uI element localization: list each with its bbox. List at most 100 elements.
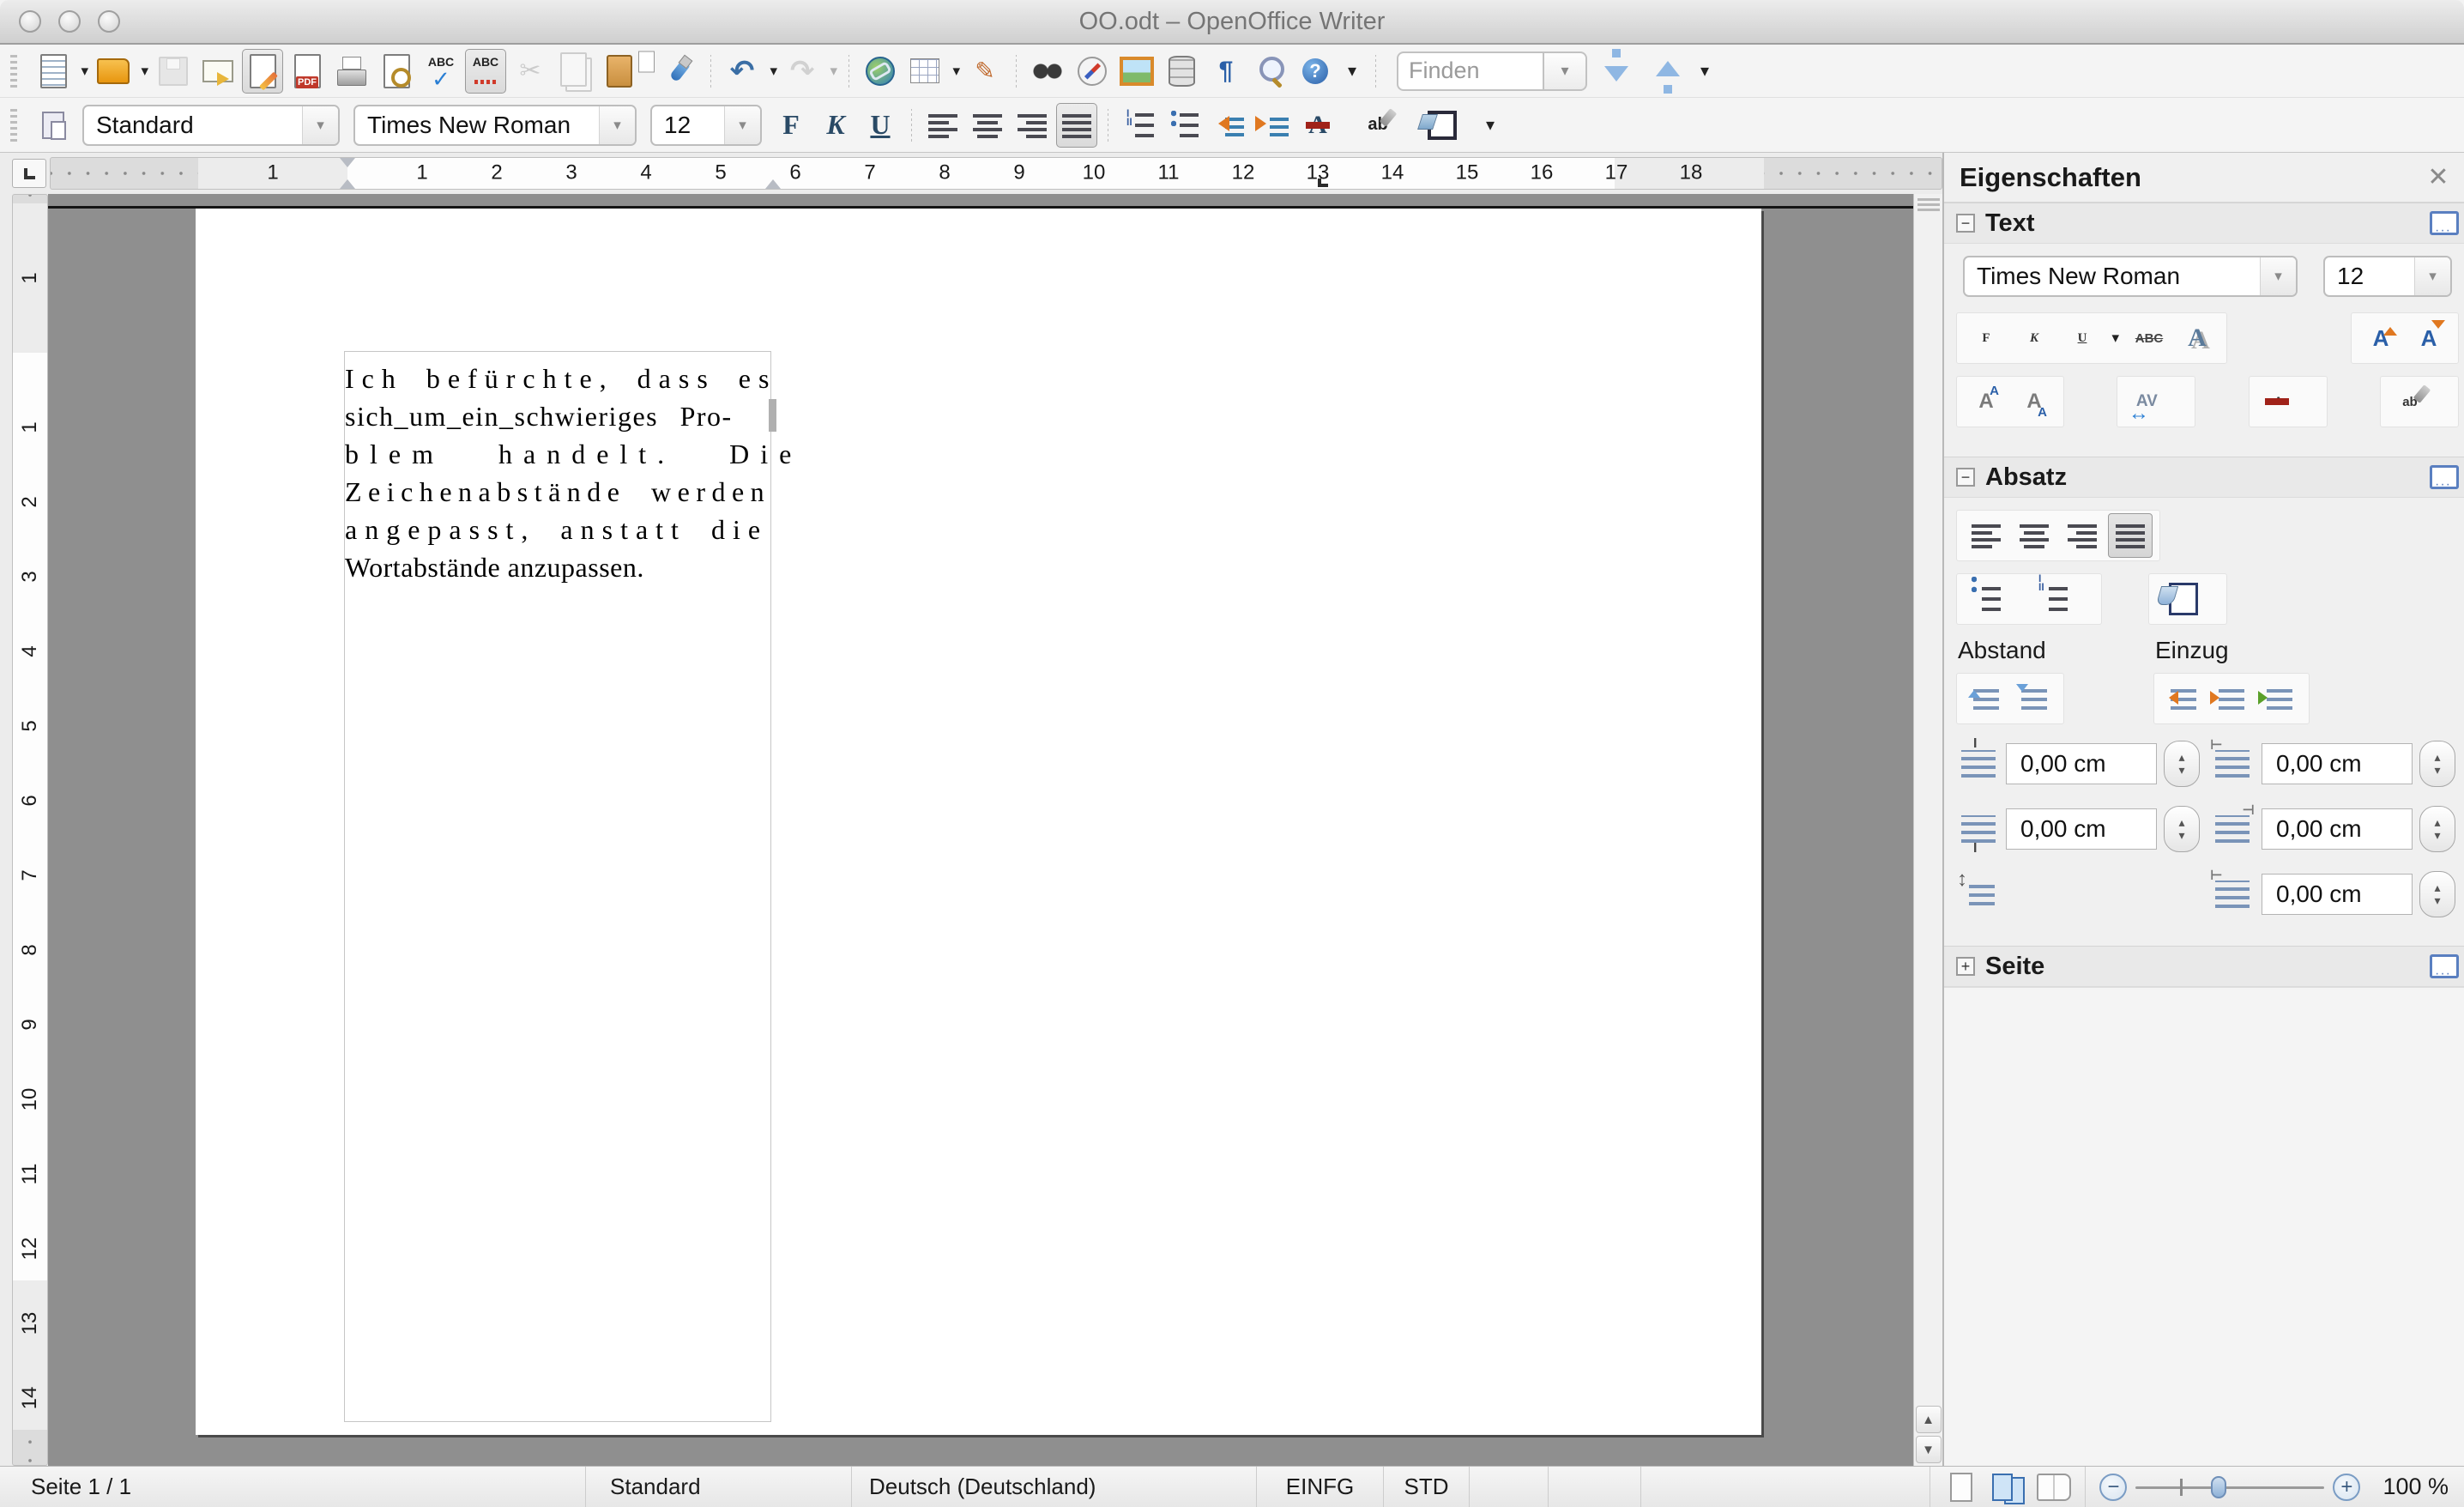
above-spacing-stepper[interactable]: ▴ ▾ <box>2164 741 2200 787</box>
paste-icon[interactable] <box>599 49 640 94</box>
toolbar-overflow-icon[interactable]: ▾ <box>1692 49 1718 94</box>
highlighting-icon[interactable]: ab <box>1357 103 1398 148</box>
toolbar-grip[interactable] <box>10 54 17 88</box>
redo-icon[interactable]: ↷ <box>782 49 823 94</box>
expand-icon[interactable]: + <box>1956 957 1975 976</box>
auto-spellcheck-icon[interactable]: ABC <box>465 48 506 94</box>
paragraph-style-combobox[interactable]: Standard ▾ <box>82 104 340 146</box>
underline-icon[interactable]: U <box>860 103 901 148</box>
status-insert-mode[interactable]: EINFG <box>1257 1467 1384 1507</box>
toolbar-overflow-icon[interactable]: ▾ <box>1339 49 1365 94</box>
paragraph-text[interactable]: Ich befürchte, dass es sich_um_ein_schwi… <box>345 360 791 586</box>
status-modified-flag[interactable] <box>1470 1467 1549 1507</box>
align-right-icon[interactable] <box>1012 103 1053 148</box>
font-size-combobox[interactable]: 12 ▾ <box>650 104 762 146</box>
export-pdf-icon[interactable] <box>287 49 328 94</box>
highlighting-icon[interactable]: ab <box>2388 379 2432 424</box>
navigator-icon[interactable] <box>1072 49 1113 94</box>
font-name-combobox[interactable]: Times New Roman ▾ <box>1963 256 2298 297</box>
text-shadow-icon[interactable]: A <box>2175 316 2219 360</box>
tab-type-selector[interactable] <box>12 159 46 188</box>
email-icon[interactable] <box>197 49 239 94</box>
vertical-ruler[interactable]: 1 1 2 3 4 5 6 7 8 9 10 11 12 13 14 <box>12 194 48 1466</box>
toolbar-grip[interactable] <box>10 108 17 142</box>
page-preview-icon[interactable] <box>376 49 417 94</box>
zoom-in-icon[interactable]: + <box>2333 1473 2361 1501</box>
scroll-down-icon[interactable]: ▼ <box>1915 1436 1942 1463</box>
increase-font-size-icon[interactable] <box>2358 316 2403 360</box>
right-indent-marker[interactable] <box>765 172 781 189</box>
character-spacing-icon[interactable]: AV <box>2124 379 2169 424</box>
zoom-out-icon[interactable]: − <box>2099 1473 2128 1501</box>
find-dropdown-icon[interactable]: ▾ <box>1543 51 1587 91</box>
align-justify-icon[interactable] <box>2108 513 2153 558</box>
status-page-style[interactable]: Standard <box>586 1467 852 1507</box>
font-name-combobox[interactable]: Times New Roman ▾ <box>353 104 637 146</box>
bold-icon[interactable]: F <box>770 103 812 148</box>
find-input[interactable] <box>1397 51 1543 91</box>
tab-stop-marker[interactable] <box>1318 179 1328 187</box>
collapse-icon[interactable]: − <box>1956 214 1975 233</box>
single-page-view-icon[interactable] <box>1944 1472 1978 1503</box>
align-right-icon[interactable] <box>2060 513 2105 558</box>
text-section-header[interactable]: − Text <box>1944 203 2464 244</box>
save-icon[interactable] <box>153 49 194 94</box>
increase-indent-icon[interactable] <box>1253 103 1294 148</box>
before-indent-stepper[interactable]: ▴ ▾ <box>2419 741 2455 787</box>
subscript-icon[interactable] <box>2012 379 2056 424</box>
zoom-slider[interactable] <box>2135 1472 2325 1503</box>
book-view-icon[interactable] <box>2037 1472 2071 1503</box>
vertical-scrollbar[interactable]: ▲ ▼ <box>1913 194 1942 1466</box>
cut-icon[interactable]: ✂ <box>510 49 551 94</box>
copy-icon[interactable] <box>554 49 595 94</box>
print-icon[interactable] <box>331 49 372 94</box>
document-canvas[interactable]: Ich befürchte, dass es sich_um_ein_schwi… <box>48 194 1913 1466</box>
background-color-icon[interactable] <box>1417 103 1458 148</box>
chevron-down-icon[interactable]: ▾ <box>302 106 338 144</box>
decrease-indent-icon[interactable] <box>1208 103 1249 148</box>
close-sidebar-icon[interactable]: ✕ <box>2421 162 2455 192</box>
undo-icon[interactable]: ↶ <box>722 49 763 94</box>
bullet-list-icon[interactable] <box>1964 577 2008 621</box>
align-left-icon[interactable] <box>1964 513 2008 558</box>
font-size-combobox[interactable]: 12 ▾ <box>2323 256 2452 297</box>
below-paragraph-spacing-field[interactable]: 0,00 cm <box>2006 808 2157 850</box>
first-line-indent-field[interactable]: 0,00 cm <box>2262 874 2413 915</box>
decrease-font-size-icon[interactable] <box>2407 316 2451 360</box>
bullet-list-icon[interactable] <box>1163 103 1205 148</box>
styles-dialog-icon[interactable] <box>33 103 74 148</box>
left-indent-marker[interactable] <box>340 172 355 189</box>
switch-hanging-indent-icon[interactable] <box>2257 676 2302 721</box>
multi-page-view-icon[interactable] <box>1990 1472 2025 1503</box>
edit-file-icon[interactable] <box>242 48 283 94</box>
align-center-icon[interactable] <box>2012 513 2056 558</box>
numbered-list-icon[interactable] <box>2031 577 2075 621</box>
gallery-icon[interactable] <box>1116 49 1157 94</box>
insert-table-icon[interactable] <box>904 49 945 94</box>
zoom-icon[interactable] <box>1250 49 1291 94</box>
above-paragraph-spacing-field[interactable]: 0,00 cm <box>2006 743 2157 784</box>
titlebar[interactable]: OO.odt – OpenOffice Writer <box>0 0 2464 45</box>
chevron-down-icon[interactable]: ▾ <box>724 106 760 144</box>
italic-icon[interactable]: K <box>815 103 856 148</box>
spellcheck-icon[interactable]: ABC <box>420 49 462 94</box>
toolbar-overflow-icon[interactable]: ▾ <box>1477 103 1503 148</box>
open-icon[interactable] <box>93 49 134 94</box>
chevron-down-icon[interactable]: ▾ <box>2414 257 2450 295</box>
zoom-slider-thumb[interactable] <box>2211 1475 2227 1498</box>
nonprinting-characters-icon[interactable]: ¶ <box>1205 49 1247 94</box>
status-language[interactable]: Deutsch (Deutschland) <box>852 1467 1257 1507</box>
below-spacing-stepper[interactable]: ▴ ▾ <box>2164 806 2200 852</box>
zoom-level-value[interactable]: 100 % <box>2374 1474 2464 1500</box>
status-signature-cell[interactable] <box>1549 1467 1641 1507</box>
align-justify-icon[interactable] <box>1056 102 1097 148</box>
increase-paragraph-spacing-icon[interactable] <box>1964 676 2008 721</box>
first-line-indent-stepper[interactable]: ▴ ▾ <box>2419 871 2455 917</box>
collapse-icon[interactable]: − <box>1956 468 1975 487</box>
strikethrough-icon[interactable]: ABC <box>2127 316 2171 360</box>
character-dialog-launcher-icon[interactable] <box>2430 211 2459 239</box>
draw-functions-icon[interactable]: ✎ <box>964 49 1006 94</box>
line-spacing-icon[interactable] <box>1960 872 2004 917</box>
font-color-icon[interactable]: A <box>1297 103 1338 148</box>
scroll-up-icon[interactable]: ▲ <box>1915 1406 1942 1433</box>
